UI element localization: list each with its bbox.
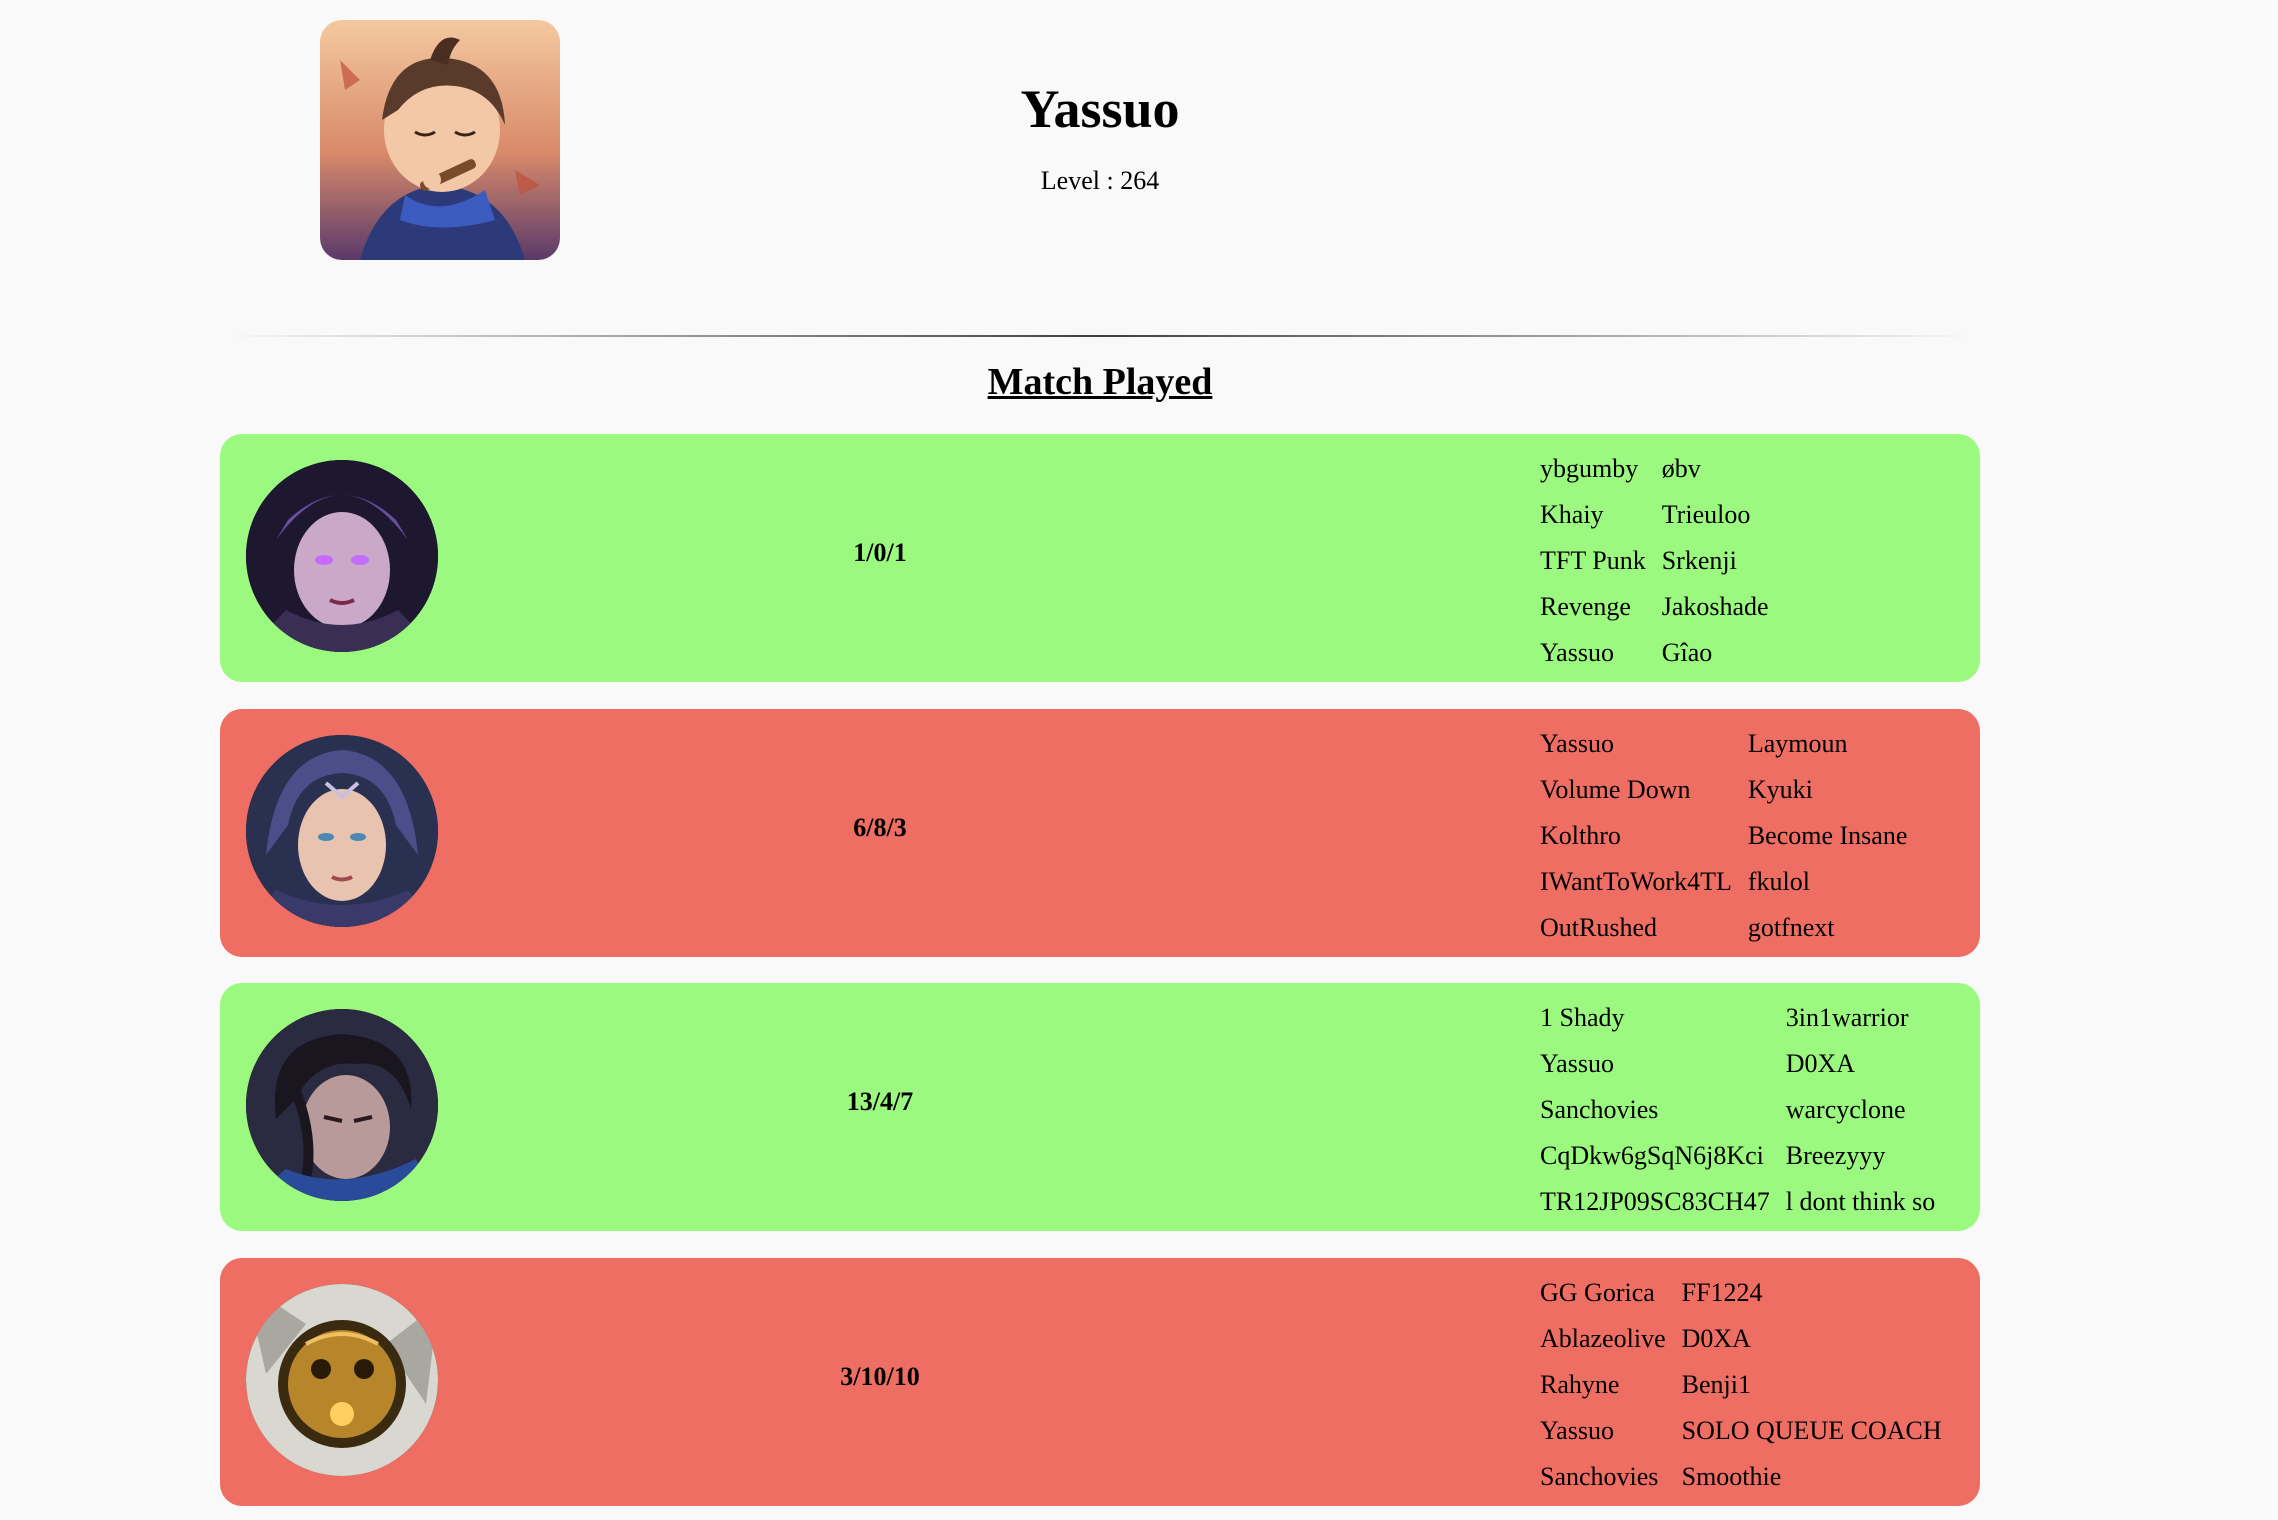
player-name[interactable]: GG Gorica	[1540, 1270, 1666, 1316]
player-name[interactable]: Ablazeolive	[1540, 1316, 1666, 1362]
player-name[interactable]: Smoothie	[1682, 1454, 1942, 1500]
champion-portrait-icon	[246, 460, 438, 652]
player-name[interactable]: Trieuloo	[1662, 492, 1769, 538]
player-name[interactable]: Sanchovies	[1540, 1087, 1770, 1133]
player-name[interactable]: TFT Punk	[1540, 538, 1646, 584]
match-card[interactable]: 3/10/10 GG Gorica Ablazeolive Rahyne Yas…	[220, 1258, 1980, 1506]
match-card[interactable]: 1/0/1 ybgumby Khaiy TFT Punk Revenge Yas…	[220, 434, 1980, 682]
player-name[interactable]: 3in1warrior	[1786, 995, 1936, 1041]
player-name[interactable]: D0XA	[1682, 1316, 1942, 1362]
player-name[interactable]: Khaiy	[1540, 492, 1646, 538]
team-blue: 1 Shady Yassuo Sanchovies CqDkw6gSqN6j8K…	[1540, 995, 1770, 1225]
player-name[interactable]: gotfnext	[1748, 905, 1908, 951]
player-name[interactable]: Yassuo	[1540, 630, 1646, 676]
team-blue: ybgumby Khaiy TFT Punk Revenge Yassuo	[1540, 446, 1646, 676]
section-title: Match Played	[987, 361, 1213, 403]
player-name[interactable]: Breezyyy	[1786, 1133, 1936, 1179]
match-kda: 6/8/3	[853, 813, 907, 842]
player-name[interactable]: 1 Shady	[1540, 995, 1770, 1041]
player-name[interactable]: Jakoshade	[1662, 584, 1769, 630]
match-players: GG Gorica Ablazeolive Rahyne Yassuo Sanc…	[1540, 1270, 1942, 1500]
player-name[interactable]: Volume Down	[1540, 767, 1732, 813]
match-players: Yassuo Volume Down Kolthro IWantToWork4T…	[1540, 721, 1907, 951]
team-blue: GG Gorica Ablazeolive Rahyne Yassuo Sanc…	[1540, 1270, 1666, 1500]
player-name[interactable]: Kolthro	[1540, 813, 1732, 859]
summoner-name: Yassuo	[1020, 79, 1180, 139]
divider	[225, 335, 1975, 337]
player-name[interactable]: Yassuo	[1540, 1041, 1770, 1087]
team-red: FF1224 D0XA Benji1 SOLO QUEUE COACH Smoo…	[1682, 1270, 1942, 1500]
player-name[interactable]: warcyclone	[1786, 1087, 1936, 1133]
player-name[interactable]: FF1224	[1682, 1270, 1942, 1316]
match-card[interactable]: 13/4/7 1 Shady Yassuo Sanchovies CqDkw6g…	[220, 983, 1980, 1231]
player-name[interactable]: Sanchovies	[1540, 1454, 1666, 1500]
player-name[interactable]: IWantToWork4TL	[1540, 859, 1732, 905]
player-name[interactable]: Yassuo	[1540, 1408, 1666, 1454]
profile-avatar-icon	[320, 20, 560, 260]
player-name[interactable]: Become Insane	[1748, 813, 1908, 859]
match-card[interactable]: 6/8/3 Yassuo Volume Down Kolthro IWantTo…	[220, 709, 1980, 957]
match-kda: 13/4/7	[846, 1087, 914, 1116]
player-name[interactable]: TR12JP09SC83CH47	[1540, 1179, 1770, 1225]
team-blue: Yassuo Volume Down Kolthro IWantToWork4T…	[1540, 721, 1732, 951]
player-name[interactable]: øbv	[1662, 446, 1769, 492]
player-name[interactable]: ybgumby	[1540, 446, 1646, 492]
player-name[interactable]: Yassuo	[1540, 721, 1732, 767]
player-name[interactable]: SOLO QUEUE COACH	[1682, 1408, 1942, 1454]
summoner-level: Level : 264	[1040, 166, 1160, 195]
player-name[interactable]: Kyuki	[1748, 767, 1908, 813]
champion-portrait-icon	[246, 735, 438, 927]
team-red: Laymoun Kyuki Become Insane fkulol gotfn…	[1748, 721, 1908, 951]
player-name[interactable]: Gîao	[1662, 630, 1769, 676]
team-red: øbv Trieuloo Srkenji Jakoshade Gîao	[1662, 446, 1769, 676]
player-name[interactable]: Revenge	[1540, 584, 1646, 630]
match-players: 1 Shady Yassuo Sanchovies CqDkw6gSqN6j8K…	[1540, 995, 1935, 1225]
champion-portrait-icon	[246, 1284, 438, 1476]
player-name[interactable]: D0XA	[1786, 1041, 1936, 1087]
player-name[interactable]: l dont think so	[1786, 1179, 1936, 1225]
player-name[interactable]: OutRushed	[1540, 905, 1732, 951]
player-name[interactable]: Laymoun	[1748, 721, 1908, 767]
profile-page: Yassuo Level : 264 Match Played 1/0/1 yb…	[0, 0, 2278, 1520]
team-red: 3in1warrior D0XA warcyclone Breezyyy l d…	[1786, 995, 1936, 1225]
match-kda: 3/10/10	[840, 1362, 920, 1391]
player-name[interactable]: Rahyne	[1540, 1362, 1666, 1408]
player-name[interactable]: Srkenji	[1662, 538, 1769, 584]
player-name[interactable]: CqDkw6gSqN6j8Kci	[1540, 1133, 1770, 1179]
match-kda: 1/0/1	[853, 538, 907, 567]
player-name[interactable]: fkulol	[1748, 859, 1908, 905]
player-name[interactable]: Benji1	[1682, 1362, 1942, 1408]
champion-portrait-icon	[246, 1009, 438, 1201]
match-players: ybgumby Khaiy TFT Punk Revenge Yassuo øb…	[1540, 446, 1769, 676]
